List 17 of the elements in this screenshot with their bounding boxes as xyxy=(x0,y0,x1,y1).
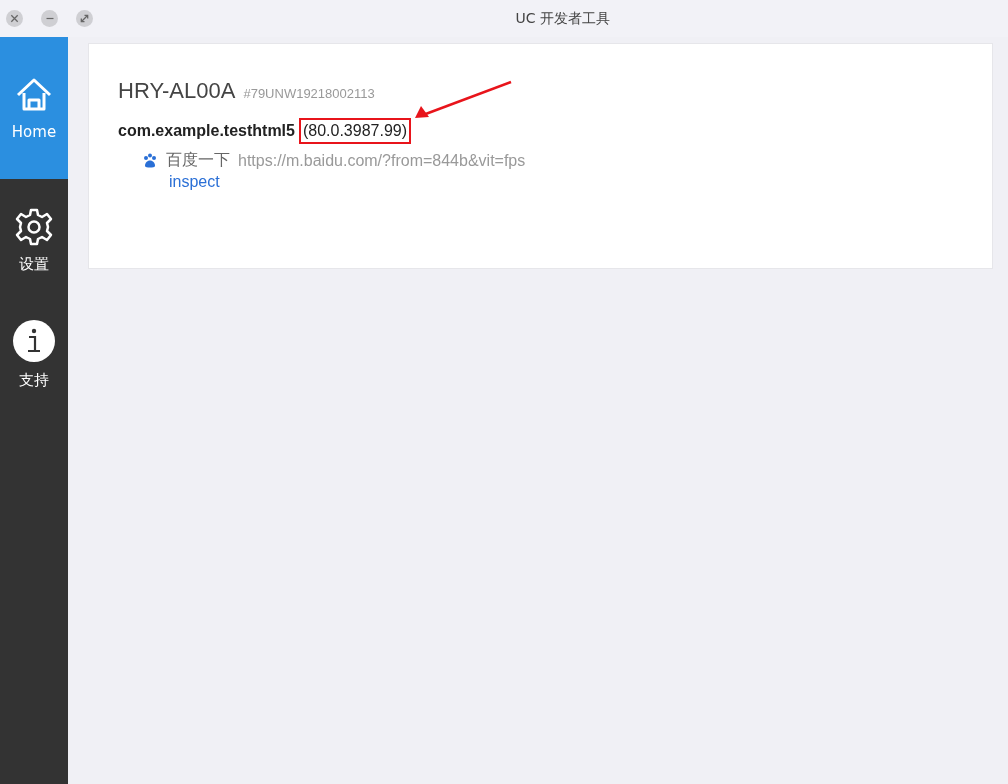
info-icon xyxy=(12,319,56,363)
sidebar-item[interactable]: 设置 xyxy=(0,179,68,307)
maximize-button[interactable] xyxy=(76,10,93,27)
page-title: 百度一下 xyxy=(166,150,230,170)
settings-icon xyxy=(14,207,54,247)
inspect-link[interactable]: inspect xyxy=(169,173,220,191)
minimize-icon xyxy=(45,17,54,20)
paw-icon xyxy=(142,152,158,169)
minimize-button[interactable] xyxy=(41,10,58,27)
close-button[interactable] xyxy=(6,10,23,27)
window-title: UC 开发者工具 xyxy=(515,9,610,28)
package-name: com.example.testhtml5 xyxy=(118,122,295,140)
device-name: HRY-AL00A xyxy=(118,78,236,104)
page-url: https://m.baidu.com/?from=844b&vit=fps xyxy=(238,151,526,170)
sidebar-item[interactable]: 支持 xyxy=(0,307,68,435)
app-version: (80.0.3987.99) xyxy=(298,118,412,144)
device-serial: #79UNW19218002113 xyxy=(243,86,375,101)
